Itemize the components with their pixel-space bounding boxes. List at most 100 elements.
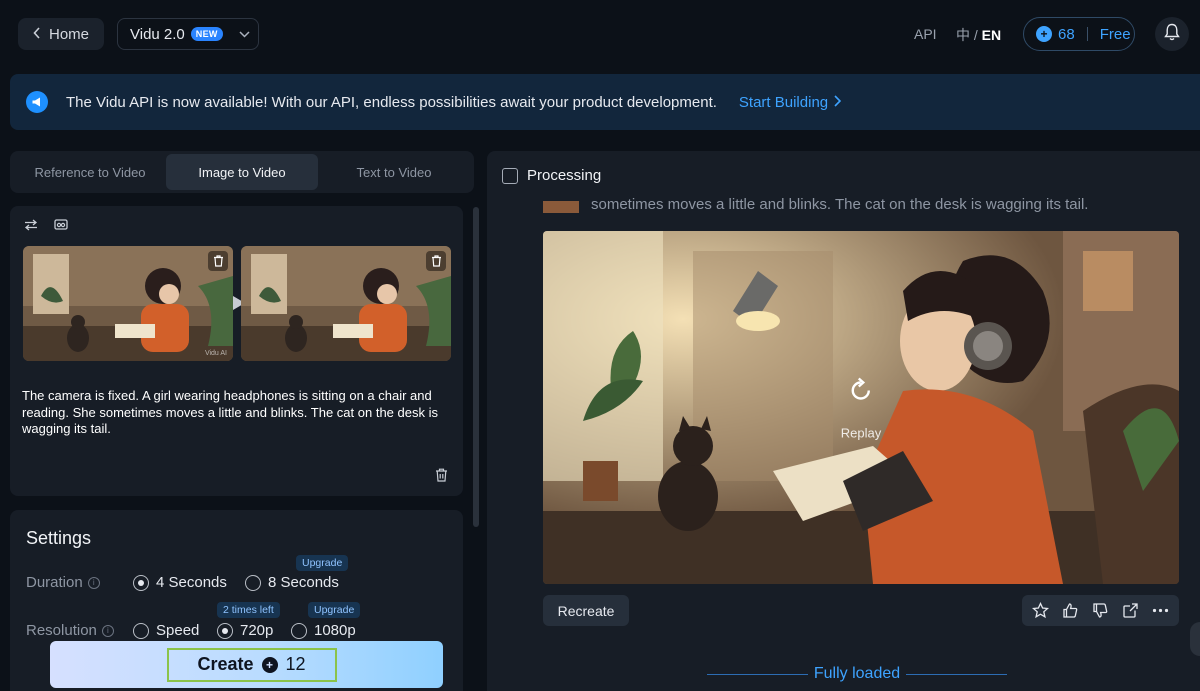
duration-option-label: 4 Seconds — [156, 574, 227, 591]
delete-end-frame-button[interactable] — [426, 251, 446, 271]
thumbs-down-icon — [1093, 603, 1108, 618]
settings-title: Settings — [26, 528, 92, 548]
radio-icon — [291, 622, 307, 639]
resolution-option-label: Speed — [156, 622, 200, 639]
start-building-label: Start Building — [738, 93, 829, 111]
language-switch[interactable]: 中 / EN — [956, 25, 1001, 45]
bell-icon — [1164, 23, 1180, 46]
crop-icon[interactable] — [54, 218, 68, 236]
radio-selected-icon — [133, 574, 149, 591]
plan-label: Free — [1099, 25, 1131, 43]
duration-label: Duration i — [26, 574, 100, 591]
start-frame-image — [23, 246, 233, 361]
model-select[interactable]: Vidu 2.0 NEW — [117, 18, 259, 50]
notifications-button[interactable] — [1155, 17, 1189, 51]
watermark: Vidu AI — [204, 350, 227, 357]
processing-status: Processing — [527, 167, 602, 184]
start-building-link[interactable]: Start Building — [738, 93, 842, 111]
credits-button[interactable]: + 68 Free — [1023, 17, 1135, 51]
resolution-option-label: 720p — [240, 622, 274, 639]
tab-reference-to-video[interactable]: Reference to Video — [14, 154, 166, 190]
lang-en[interactable]: EN — [982, 27, 1001, 43]
new-badge: NEW — [190, 27, 223, 41]
trash-icon — [431, 255, 441, 267]
start-frame-thumbnail[interactable]: Vidu AI — [23, 246, 233, 361]
delete-start-frame-button[interactable] — [208, 251, 228, 271]
end-frame-image — [241, 246, 451, 361]
chevron-left-icon — [33, 26, 41, 43]
previous-result-thumbnail[interactable] — [543, 201, 579, 213]
credits-divider — [1086, 27, 1088, 41]
home-button[interactable]: Home — [18, 18, 104, 50]
mode-tabs: Reference to Video Image to Video Text t… — [10, 151, 474, 193]
side-handle[interactable] — [1190, 622, 1200, 656]
input-card: Vidu AI The camera is fixed. A girl wear… — [10, 206, 463, 496]
end-frame-thumbnail[interactable] — [241, 246, 451, 361]
more-icon — [1152, 608, 1168, 613]
favorite-button[interactable] — [1029, 599, 1053, 623]
like-button[interactable] — [1059, 599, 1083, 623]
thumbs-up-icon — [1063, 603, 1078, 618]
divider-line — [906, 673, 1007, 675]
create-button-content: Create + 12 — [166, 647, 337, 682]
duration-option-label: 8 Seconds — [268, 574, 339, 591]
fully-loaded-label: Fully loaded — [813, 665, 901, 682]
previous-prompt-text: sometimes moves a little and blinks. The… — [591, 196, 1089, 213]
info-icon[interactable]: i — [101, 624, 114, 637]
video-player[interactable]: Replay — [543, 231, 1179, 584]
upgrade-tag[interactable]: Upgrade — [296, 555, 349, 571]
result-actions — [1022, 595, 1179, 626]
left-panel-scrollbar[interactable] — [473, 207, 479, 527]
upgrade-tag[interactable]: Upgrade — [308, 602, 361, 618]
star-icon — [1032, 602, 1050, 619]
radio-selected-icon — [217, 622, 233, 639]
clear-prompt-button[interactable] — [435, 468, 448, 487]
share-button[interactable] — [1118, 599, 1142, 623]
create-label: Create — [197, 654, 254, 674]
resolution-label-text: Resolution — [26, 622, 97, 639]
duration-option-4s[interactable]: 4 Seconds — [133, 574, 227, 591]
top-bar: Home Vidu 2.0 NEW API 中 / EN + 68 Free — [0, 0, 1200, 68]
create-cost: 12 — [285, 654, 306, 674]
more-button[interactable] — [1148, 599, 1172, 623]
dislike-button[interactable] — [1088, 599, 1112, 623]
resolution-option-speed[interactable]: Speed — [133, 622, 199, 639]
home-label: Home — [48, 25, 89, 43]
tab-text-to-video[interactable]: Text to Video — [318, 154, 470, 190]
banner-message: The Vidu API is now available! With our … — [66, 93, 717, 111]
api-link[interactable]: API — [914, 26, 937, 42]
image-tools — [24, 218, 68, 236]
duration-label-text: Duration — [26, 574, 83, 591]
credit-coin-icon: + — [1036, 26, 1052, 42]
chevron-down-icon — [239, 27, 250, 41]
resolution-option-720p[interactable]: 720p — [217, 622, 273, 639]
api-announcement-banner: The Vidu API is now available! With our … — [10, 74, 1200, 130]
resolution-option-label: 1080p — [314, 622, 356, 639]
replay-icon — [851, 377, 871, 400]
radio-icon — [133, 622, 149, 639]
info-icon[interactable]: i — [87, 576, 100, 589]
lang-separator: / — [973, 27, 978, 43]
megaphone-icon — [26, 91, 48, 113]
lang-zh[interactable]: 中 — [956, 27, 970, 43]
processing-row: Processing — [502, 167, 601, 184]
replay-label: Replay — [840, 425, 882, 440]
credit-coin-icon: + — [261, 656, 278, 673]
times-left-tag: 2 times left — [217, 602, 280, 618]
resolution-label: Resolution i — [26, 622, 114, 639]
resolution-option-1080p[interactable]: 1080p — [291, 622, 356, 639]
swap-icon[interactable] — [24, 218, 38, 236]
duration-option-8s[interactable]: 8 Seconds — [245, 574, 339, 591]
share-icon — [1123, 603, 1138, 618]
credits-value: 68 — [1058, 25, 1075, 43]
chevron-right-icon — [834, 94, 842, 111]
replay-button[interactable]: Replay — [841, 375, 881, 440]
fully-loaded-indicator: Fully loaded — [707, 665, 1007, 683]
prompt-text[interactable]: The camera is fixed. A girl wearing head… — [22, 388, 454, 438]
select-checkbox[interactable] — [502, 167, 518, 184]
tab-image-to-video[interactable]: Image to Video — [166, 154, 318, 190]
recreate-button[interactable]: Recreate — [543, 595, 629, 626]
trash-icon — [213, 255, 223, 267]
trash-icon — [436, 468, 447, 482]
create-button[interactable]: Create + 12 — [50, 641, 443, 688]
